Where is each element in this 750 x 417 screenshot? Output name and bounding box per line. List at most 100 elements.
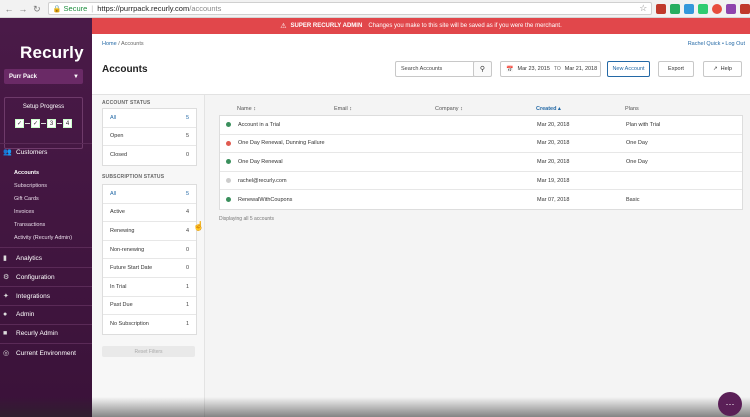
reload-icon[interactable]: ↻ (32, 4, 42, 14)
filter-item[interactable]: No Subscription 1 (103, 315, 196, 334)
column-header-name[interactable]: Name ↕ (219, 106, 320, 112)
filter-item[interactable]: Active 4 (103, 204, 196, 223)
search-input[interactable]: Search Accounts (395, 61, 475, 77)
sidebar-item-customers[interactable]: 👥 Customers (0, 148, 48, 157)
video-overlay-band (0, 397, 750, 417)
status-dot (226, 140, 231, 146)
filter-count: 0 (185, 152, 189, 159)
sidebar-item-gift-cards[interactable]: Gift Cards (14, 196, 39, 202)
filter-count: 1 (185, 302, 189, 309)
sidebar-item-admin[interactable]: ● Admin (0, 311, 34, 318)
filter-label: Past Due (110, 302, 133, 309)
account-status-filter: All 5 Open 5 Closed 0 (102, 108, 197, 166)
setup-step: ✓ (31, 119, 40, 128)
extension-icon[interactable] (740, 3, 750, 14)
sidebar-item-transactions[interactable]: Transactions (14, 222, 45, 228)
table-row[interactable]: Account in a Trial Mar 20, 2018 Plan wit… (220, 116, 742, 135)
extension-icon[interactable] (656, 3, 667, 14)
status-dot (226, 122, 231, 128)
url-path: /accounts (189, 4, 222, 13)
filter-item[interactable]: Renewing 4 (103, 222, 196, 241)
account-name: RenewalWithCoupons (238, 196, 293, 203)
column-header-company[interactable]: Company ↕ (421, 106, 522, 112)
setup-step: 3 (47, 119, 56, 128)
setup-step: 4 (63, 119, 72, 128)
extension-icon[interactable] (698, 3, 709, 14)
search-button[interactable]: ⚲ (473, 61, 492, 77)
filter-count: 4 (185, 209, 189, 216)
sidebar-item-configuration[interactable]: ⚙ Configuration (0, 273, 55, 282)
help-label: Help (720, 66, 732, 72)
created-cell: Mar 20, 2018 (537, 121, 570, 128)
sidebar-item-analytics[interactable]: ▮ Analytics (0, 254, 42, 263)
sidebar-item-current-environment[interactable]: ◎ Current Environment (0, 349, 76, 358)
date-to: Mar 21, 2018 (564, 66, 598, 72)
filter-item[interactable]: Open 5 (103, 128, 196, 147)
user-links: Rachel Quick • Log Out (688, 41, 745, 47)
filter-item[interactable]: In Trial 1 (103, 278, 196, 297)
back-icon[interactable]: ← (4, 4, 14, 14)
extension-icon[interactable] (684, 3, 695, 14)
plans-cell: One Day (626, 158, 648, 165)
extension-icon[interactable] (670, 3, 681, 14)
new-account-button[interactable]: New Account (607, 61, 650, 77)
filter-label: Open (110, 133, 124, 140)
sidebar-item-integrations[interactable]: ✦ Integrations (0, 292, 50, 301)
sidebar-item-label: Customers (16, 148, 48, 156)
account-name: One Day Renewal (238, 158, 283, 165)
sidebar-item-subscriptions[interactable]: Subscriptions (14, 183, 47, 189)
filter-item[interactable]: Future Start Date 0 (103, 259, 196, 278)
table-row[interactable]: rachel@recurly.com Mar 19, 2018 (220, 172, 742, 191)
account-name: rachel@recurly.com (238, 177, 287, 184)
filter-count: 1 (185, 321, 189, 328)
user-name-link[interactable]: Rachel Quick (688, 41, 721, 47)
page-title: Accounts (102, 64, 148, 75)
url-host: https://purrpack.recurly.com (97, 4, 190, 13)
table-row[interactable]: One Day Renewal, Dunning Failure Mar 20,… (220, 135, 742, 154)
column-header-created[interactable]: Created ▴ (522, 106, 625, 112)
extension-icon[interactable] (712, 3, 723, 14)
created-cell: Mar 20, 2018 (537, 140, 570, 147)
date-range-picker[interactable]: 📅 Mar 23, 2015 TO Mar 21, 2018 (500, 61, 601, 77)
column-header-email[interactable]: Email ↕ (320, 106, 421, 112)
filter-label: Non-renewing (110, 246, 145, 253)
help-button[interactable]: ↗ Help (703, 61, 742, 77)
bookmark-star-icon[interactable]: ☆ (639, 3, 647, 14)
address-bar[interactable]: 🔒 Secure | https://purrpack.recurly.com … (47, 2, 653, 15)
reset-filters-button[interactable]: Reset Filters (102, 346, 195, 357)
account-name: One Day Renewal, Dunning Failure (238, 140, 325, 147)
date-from: Mar 23, 2015 (517, 66, 550, 72)
site-selector[interactable]: Purr Pack ▼ (4, 69, 83, 84)
setup-progress[interactable]: Setup Progress ✓ ✓ 3 4 (4, 97, 83, 149)
sidebar-item-label: Integrations (16, 292, 50, 300)
sidebar-item-invoices[interactable]: Invoices (14, 209, 34, 215)
filter-count: 0 (185, 265, 189, 272)
filter-item[interactable]: Closed 0 (103, 146, 196, 165)
sidebar-item-accounts[interactable]: Accounts (14, 170, 39, 176)
filter-count: 5 (185, 190, 189, 197)
filter-item[interactable]: Past Due 1 (103, 297, 196, 316)
filter-item[interactable]: All 5 (103, 109, 196, 128)
forward-icon[interactable]: → (18, 4, 28, 14)
chat-bubble-icon[interactable]: ⋯ (718, 392, 742, 416)
filter-item[interactable]: Non-renewing 0 (103, 241, 196, 260)
breadcrumb-home[interactable]: Home (102, 41, 117, 47)
sidebar-item-activity[interactable]: Activity (Recurly Admin) (14, 235, 72, 241)
extension-icon[interactable] (726, 3, 736, 14)
status-dot (226, 178, 231, 184)
table-row[interactable]: RenewalWithCoupons Mar 07, 2018 Basic (220, 190, 742, 209)
sidebar: Recurly Purr Pack ▼ Setup Progress ✓ ✓ 3… (0, 18, 92, 417)
recurly-logo[interactable]: Recurly (20, 43, 84, 63)
sidebar-item-recurly-admin[interactable]: ■ Recurly Admin (0, 330, 58, 337)
accounts-table: Name ↕ Email ↕ Company ↕ Created ▴ Plans… (219, 102, 743, 210)
table-row[interactable]: One Day Renewal Mar 20, 2018 One Day (220, 153, 742, 172)
plans-cell: One Day (626, 140, 648, 147)
filter-label: Active (110, 209, 125, 216)
filter-item[interactable]: All 5 (103, 185, 196, 204)
filter-count: 5 (185, 133, 189, 140)
filter-label: Future Start Date (110, 265, 153, 272)
logout-link[interactable]: Log Out (725, 41, 745, 47)
breadcrumb-current: Accounts (120, 41, 144, 47)
export-button[interactable]: Export (658, 61, 694, 77)
sidebar-item-label: Recurly Admin (16, 330, 58, 337)
